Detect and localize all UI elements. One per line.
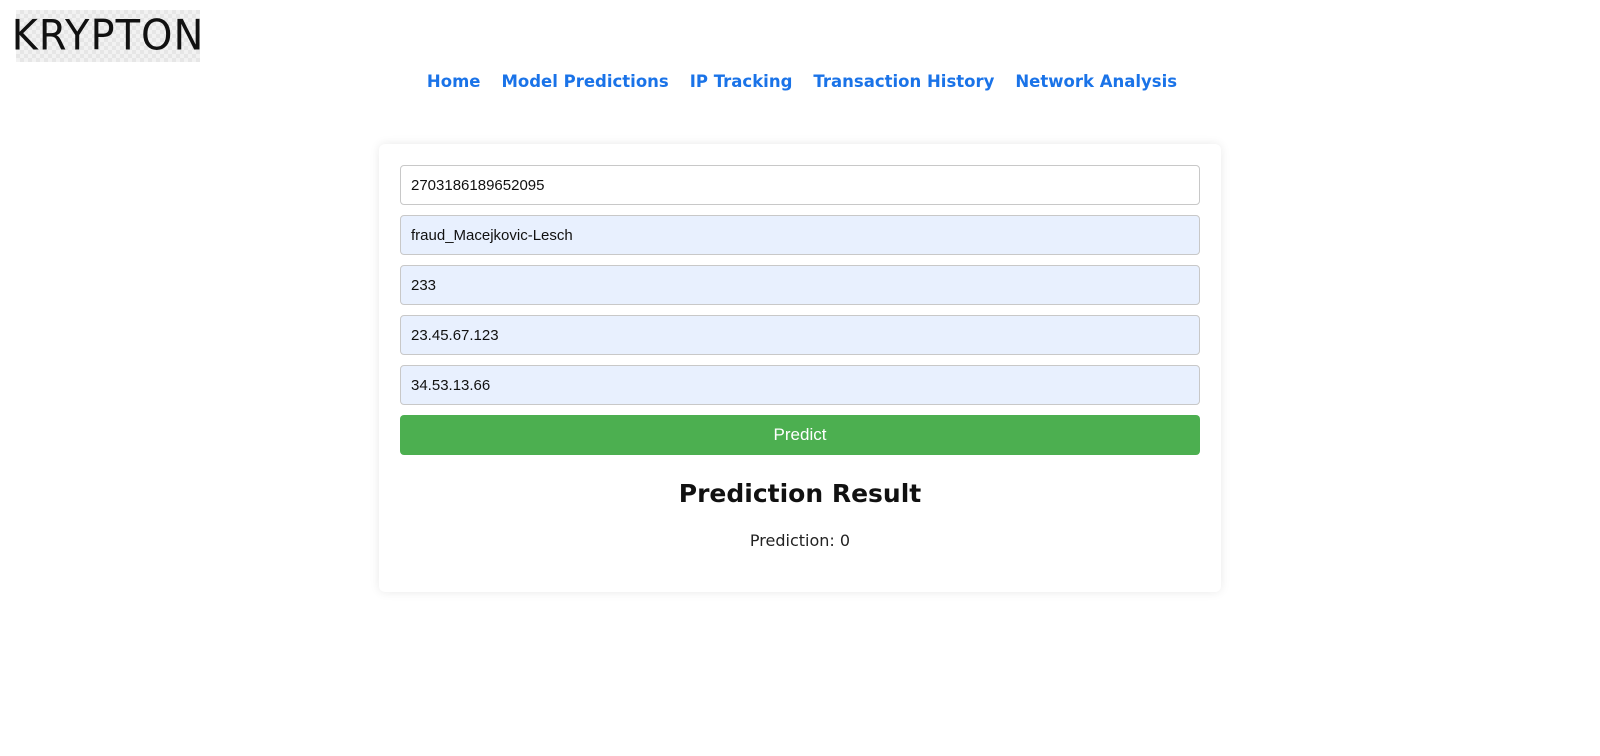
logo-text: KRYPTON: [11, 11, 205, 61]
page: KRYPTON Home Model Predictions IP Tracki…: [0, 0, 1600, 756]
merchant-input[interactable]: [400, 215, 1200, 255]
result-title: Prediction Result: [678, 479, 922, 508]
nav-link-model-predictions[interactable]: Model Predictions: [501, 70, 668, 94]
prediction-result-text: Prediction: 0: [749, 531, 851, 550]
logo: KRYPTON: [12, 10, 203, 62]
top-nav: Home Model Predictions IP Tracking Trans…: [0, 70, 1600, 94]
nav-link-home[interactable]: Home: [427, 70, 481, 94]
card-number-input[interactable]: [400, 165, 1200, 205]
prediction-card: Predict Prediction Result Prediction: 0: [379, 144, 1221, 592]
source-ip-input[interactable]: [400, 315, 1200, 355]
amount-input[interactable]: [400, 265, 1200, 305]
predict-button[interactable]: Predict: [400, 415, 1200, 455]
nav-link-network-analysis[interactable]: Network Analysis: [1015, 70, 1177, 94]
nav-link-transaction-history[interactable]: Transaction History: [813, 70, 994, 94]
destination-ip-input[interactable]: [400, 365, 1200, 405]
nav-link-ip-tracking[interactable]: IP Tracking: [690, 70, 793, 94]
